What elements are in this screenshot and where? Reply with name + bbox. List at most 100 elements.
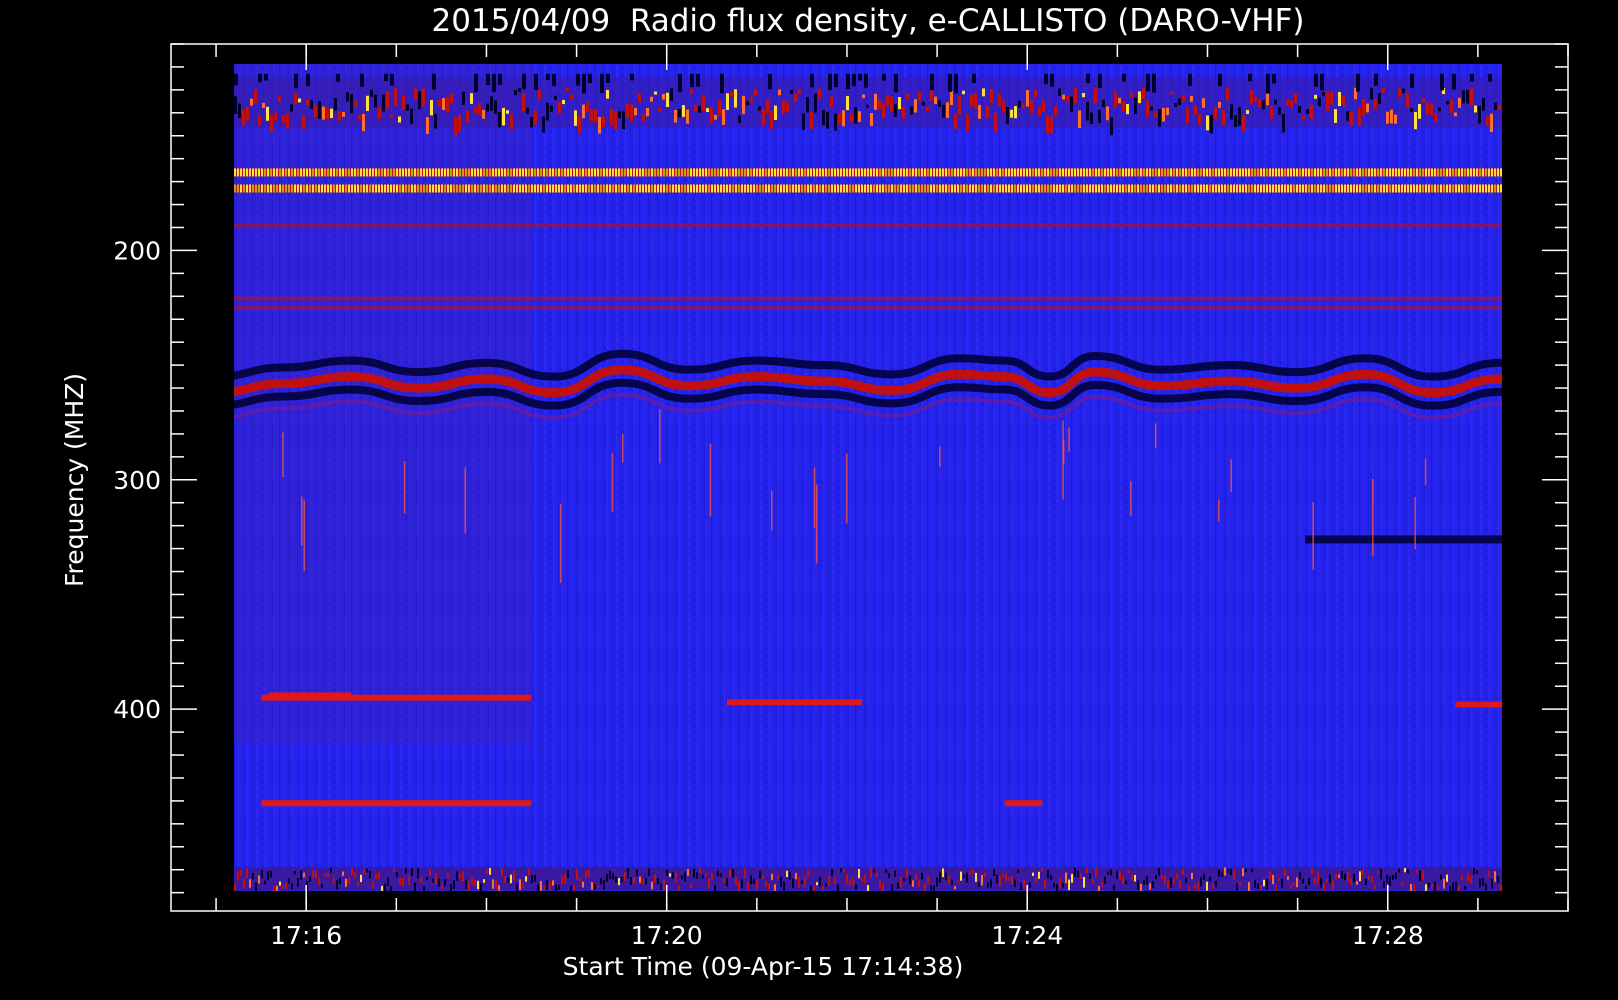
rfi-pixel — [1119, 870, 1121, 880]
rfi-pixel — [1206, 115, 1209, 131]
rfi-pixel — [366, 869, 368, 873]
rfi-pixel — [1344, 873, 1346, 881]
rfi-pixel — [1422, 98, 1425, 103]
burst-streak — [709, 443, 712, 517]
bright-line-pixel — [1347, 184, 1349, 193]
bright-line-pixel — [690, 184, 692, 193]
rfi-dark-pixel — [1314, 73, 1318, 87]
rfi-pixel — [1086, 867, 1088, 874]
rfi-pixel — [1466, 89, 1469, 104]
rfi-pixel — [1270, 106, 1273, 119]
bright-line-pixel — [705, 168, 707, 177]
bright-line-pixel — [1254, 168, 1256, 177]
bright-line-pixel — [1035, 184, 1037, 193]
bright-line-pixel — [957, 184, 959, 193]
rfi-pixel — [1086, 101, 1089, 121]
bright-line-pixel — [384, 168, 386, 177]
bright-line-pixel — [1002, 168, 1004, 177]
rfi-dark-pixel — [972, 73, 976, 84]
rfi-pixel — [405, 868, 407, 874]
bright-line-pixel — [828, 184, 830, 193]
bright-line-pixel — [1323, 184, 1325, 193]
bright-line-pixel — [1494, 184, 1496, 193]
bright-line-pixel — [990, 168, 992, 177]
rfi-pixel — [606, 873, 608, 882]
bright-line-pixel — [816, 184, 818, 193]
bright-line-pixel — [822, 168, 824, 177]
bright-line-pixel — [510, 184, 512, 193]
bright-line-pixel — [1200, 168, 1202, 177]
rfi-pixel — [426, 876, 428, 880]
bright-line-pixel — [624, 184, 626, 193]
rfi-pixel — [687, 868, 689, 876]
rfi-pixel — [240, 869, 242, 877]
rfi-pixel — [417, 868, 419, 879]
bright-line-pixel — [1158, 168, 1160, 177]
rfi-pixel — [834, 877, 836, 884]
rfi-pixel — [1071, 873, 1073, 883]
rfi-pixel — [582, 881, 584, 888]
bright-line-pixel — [1278, 184, 1280, 193]
bright-line-pixel — [288, 168, 290, 177]
rfi-pixel — [822, 110, 825, 126]
rfi-pixel — [1110, 117, 1113, 136]
bright-line-pixel — [741, 168, 743, 177]
bright-line-pixel — [1374, 184, 1376, 193]
rfi-pixel — [372, 881, 374, 889]
bright-line-pixel — [1125, 184, 1127, 193]
burst-streak — [1372, 479, 1374, 557]
rfi-pixel — [420, 876, 422, 884]
rfi-pixel — [382, 94, 385, 112]
y-axis-label: Frequency (MHZ) — [60, 373, 89, 587]
bright-line-pixel — [807, 168, 809, 177]
rfi-pixel — [987, 882, 989, 888]
bright-line-pixel — [639, 168, 641, 177]
rfi-pixel — [438, 99, 441, 107]
rfi-pixel — [261, 870, 263, 879]
bright-line-pixel — [399, 184, 401, 193]
rfi-pixel — [972, 869, 974, 874]
rfi-pixel — [462, 871, 464, 882]
rfi-dark-pixel — [858, 73, 862, 81]
bright-line-pixel — [300, 168, 302, 177]
bright-line-pixel — [681, 184, 683, 193]
bright-line-pixel — [960, 168, 962, 177]
bright-line-pixel — [1053, 184, 1055, 193]
bright-line-pixel — [1122, 168, 1124, 177]
bright-line-pixel — [591, 184, 593, 193]
rfi-pixel — [934, 96, 937, 105]
bright-line-pixel — [1398, 168, 1400, 177]
rfi-pixel — [1182, 868, 1184, 875]
rfi-pixel — [1014, 106, 1017, 119]
rfi-pixel — [1482, 98, 1485, 111]
rfi-pixel — [1152, 881, 1154, 889]
bright-line-pixel — [369, 168, 371, 177]
rfi-pixel — [1176, 873, 1178, 880]
rfi-pixel — [862, 94, 865, 99]
bright-line-pixel — [285, 168, 287, 177]
bright-line-pixel — [345, 184, 347, 193]
bright-line-pixel — [1500, 168, 1502, 177]
bright-line-pixel — [951, 168, 953, 177]
bright-line-pixel — [795, 168, 797, 177]
rfi-pixel — [993, 869, 995, 877]
rfi-pixel — [858, 111, 861, 122]
bright-line-pixel — [1431, 184, 1433, 193]
bright-line-pixel — [1476, 168, 1478, 177]
rfi-pixel — [1269, 871, 1271, 880]
rfi-pixel — [1323, 884, 1325, 891]
rfi-pixel — [960, 871, 962, 881]
rfi-pixel — [369, 870, 371, 879]
rfi-pixel — [1356, 881, 1358, 885]
bright-line-pixel — [1230, 184, 1232, 193]
bright-line-pixel — [483, 168, 485, 177]
bright-line-pixel — [942, 168, 944, 177]
rfi-pixel — [254, 89, 257, 104]
bright-line-pixel — [1479, 184, 1481, 193]
rfi-dark-pixel — [1266, 73, 1270, 94]
rfi-dark-pixel — [588, 73, 592, 84]
rfi-pixel — [801, 880, 803, 884]
rfi-dark-pixel — [630, 73, 634, 81]
rfi-pixel — [873, 869, 875, 873]
bright-line-pixel — [1248, 184, 1250, 193]
